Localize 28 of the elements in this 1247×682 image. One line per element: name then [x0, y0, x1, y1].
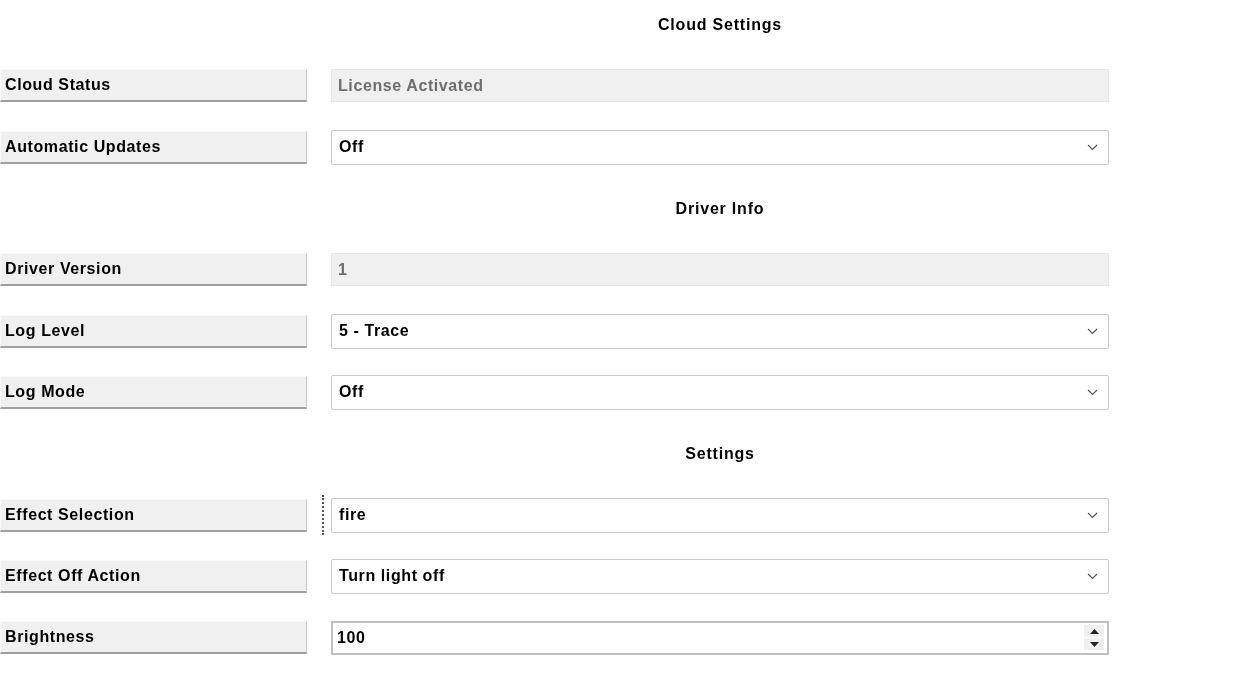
field-label-button[interactable]: Log Level — [0, 314, 307, 348]
field-label-button[interactable]: Cloud Status — [0, 69, 307, 103]
triangle-down-icon — [1089, 641, 1099, 647]
field-label-button[interactable]: Effect Selection — [0, 498, 307, 532]
field-label-button[interactable]: Brightness — [0, 621, 307, 655]
readonly-field: License Activated — [331, 69, 1109, 103]
field-label-button[interactable]: Effect Off Action — [0, 559, 307, 593]
section-heading: Driver Info — [675, 198, 765, 219]
number-spinner[interactable]: 100 — [331, 620, 1109, 655]
chevron-down-icon — [1087, 511, 1098, 519]
field-label-button[interactable]: Driver Version — [0, 253, 307, 287]
spin-down-button[interactable] — [1084, 638, 1104, 651]
section-heading: Cloud Settings — [657, 14, 783, 35]
field-label-button[interactable]: Log Mode — [0, 375, 307, 409]
triangle-up-icon — [1089, 628, 1099, 634]
dropdown[interactable]: fire — [331, 497, 1109, 533]
dropdown[interactable]: Off — [331, 374, 1109, 410]
chevron-down-icon — [1087, 572, 1098, 580]
dropdown[interactable]: Off — [331, 129, 1109, 165]
readonly-field: 1 — [331, 253, 1109, 287]
chevron-down-icon — [1087, 143, 1098, 151]
spin-up-button[interactable] — [1084, 625, 1104, 638]
chevron-down-icon — [1087, 388, 1098, 396]
section-heading: Settings — [685, 443, 755, 464]
chevron-down-icon — [1087, 327, 1098, 335]
dropdown[interactable]: Turn light off — [331, 558, 1109, 594]
field-label-button[interactable]: Automatic Updates — [0, 130, 307, 164]
dropdown[interactable]: 5 - Trace — [331, 313, 1109, 349]
